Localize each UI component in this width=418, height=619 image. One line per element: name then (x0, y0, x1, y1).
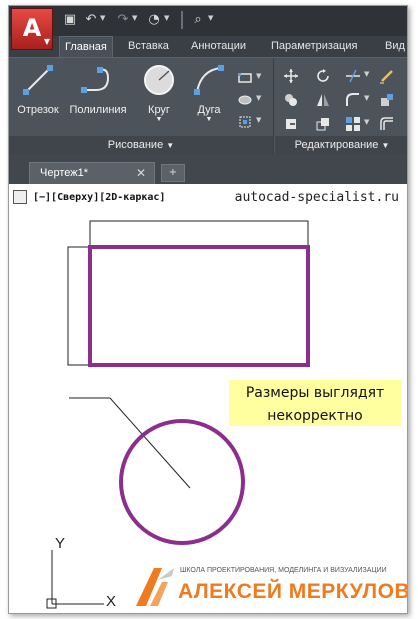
workspace-icon[interactable]: ◔ (146, 12, 162, 28)
annotation-note: Размеры выглядят некорректно (229, 380, 401, 426)
brand-name: АЛЕКСЕЙ МЕРКУЛОВ (178, 580, 408, 603)
file-tab-bar: Чертеж1* ✕ + (9, 154, 407, 184)
fillet-dropdown-icon[interactable]: ▼ (364, 94, 369, 102)
hatch-icon[interactable] (237, 92, 253, 108)
draw-panel: Отрезок Полилиния Круг ▼ Дуга ▼ ▼ ▼ ▼ Ри… (9, 58, 274, 154)
ucs-x-label: X (106, 593, 116, 610)
circle-icon (144, 65, 174, 95)
note-line-2: некорректно (267, 408, 363, 424)
offset-icon[interactable] (379, 116, 395, 132)
more-dropdown-icon[interactable]: ▼ (208, 14, 213, 22)
tab-insert[interactable]: Вставка (128, 36, 169, 57)
stretch-icon[interactable] (283, 116, 299, 132)
undo-icon[interactable]: ↶ (83, 12, 99, 28)
toolbar-separator (181, 11, 183, 29)
polyline-tool-label: Полилиния (69, 104, 127, 116)
boundary-icon[interactable] (237, 114, 253, 130)
polyline-icon (81, 67, 110, 93)
arc-icon (194, 65, 224, 95)
ribbon-tab-bar: Главная Вставка Аннотации Параметризация… (9, 36, 407, 57)
arc-tool-button[interactable]: Дуга ▼ (187, 62, 231, 123)
line-icon (23, 65, 53, 95)
drawing-tab[interactable]: Чертеж1* ✕ (29, 162, 155, 184)
line-tool-label: Отрезок (17, 104, 59, 116)
selected-rectangle[interactable] (88, 245, 310, 367)
circle-dropdown-icon[interactable]: ▼ (137, 116, 181, 123)
drawing-tab-label: Чертеж1* (40, 167, 88, 179)
undo-dropdown-icon[interactable]: ▼ (100, 14, 105, 22)
tab-parametric[interactable]: Параметризация (271, 36, 357, 57)
quick-access-toolbar: ▣ ↶ ▼ ↷ ▼ ◔ ▼ ⌕ ▼ (9, 6, 407, 36)
circle-tool-label: Круг (148, 104, 170, 116)
thin-rectangle-top (89, 220, 309, 248)
draw-panel-title-text: Рисование (107, 139, 164, 151)
fillet-icon[interactable] (345, 92, 361, 108)
rotate-icon[interactable] (315, 68, 331, 84)
save-icon[interactable]: ▣ (63, 12, 77, 28)
drawing-area[interactable]: [−][Сверху][2D-каркас] autocad-specialis… (9, 184, 407, 613)
autocad-window: ▣ ↶ ▼ ↷ ▼ ◔ ▼ ⌕ ▼ A ▼ Главная Вставка Ан… (8, 5, 408, 614)
brand-tagline: ШКОЛА ПРОЕКТИРОВАНИЯ, МОДЕЛИНГА И ВИЗУАЛ… (180, 567, 387, 574)
tab-view[interactable]: Вид (385, 36, 405, 57)
brand-mark-icon (136, 568, 174, 606)
leader-line (69, 397, 191, 489)
erase-icon[interactable] (379, 68, 395, 84)
arc-dropdown-icon[interactable]: ▼ (187, 116, 231, 123)
workspace-dropdown-icon[interactable]: ▼ (164, 14, 169, 22)
draw-panel-title[interactable]: Рисование ▼ (9, 136, 273, 154)
tab-home[interactable]: Главная (59, 36, 113, 57)
modify-panel-title-text: Редактирование (294, 139, 379, 151)
selected-circle[interactable] (119, 419, 245, 545)
thin-rectangle-left (67, 246, 91, 366)
move-icon[interactable] (283, 68, 299, 84)
hatch-dropdown-icon[interactable]: ▼ (256, 94, 261, 102)
ribbon-panels: Отрезок Полилиния Круг ▼ Дуга ▼ ▼ ▼ ▼ Ри… (9, 57, 407, 154)
array-icon[interactable] (345, 116, 361, 132)
autocad-logo-icon: A (22, 14, 42, 42)
scale-icon[interactable] (315, 116, 331, 132)
redo-dropdown-icon[interactable]: ▼ (132, 14, 137, 22)
circle-tool-button[interactable]: Круг ▼ (137, 62, 181, 123)
modify-panel: ▼ ▼ ▼ Редактирование ▼ (275, 58, 407, 154)
brand-logo: ШКОЛА ПРОЕКТИРОВАНИЯ, МОДЕЛИНГА И ВИЗУАЛ… (132, 564, 407, 610)
line-tool-button[interactable]: Отрезок (13, 62, 63, 116)
close-tab-icon[interactable]: ✕ (136, 166, 146, 180)
boundary-dropdown-icon[interactable]: ▼ (256, 116, 261, 124)
application-menu-button[interactable]: A ▼ (11, 8, 53, 50)
modify-panel-expand-icon: ▼ (381, 141, 390, 150)
ucs-y-label: Y (55, 535, 65, 552)
new-tab-button[interactable]: + (161, 164, 185, 182)
modify-panel-title[interactable]: Редактирование ▼ (275, 136, 407, 154)
explode-icon[interactable] (379, 92, 395, 108)
note-line-1: Размеры выглядят (245, 385, 385, 401)
rectangle-icon[interactable] (237, 70, 253, 86)
redo-icon[interactable]: ↷ (115, 12, 131, 28)
layer-zoom-icon[interactable]: ⌕ (189, 12, 207, 28)
trim-dropdown-icon[interactable]: ▼ (364, 70, 369, 78)
rectangle-dropdown-icon[interactable]: ▼ (256, 72, 261, 80)
mirror-icon[interactable] (315, 92, 331, 108)
arc-tool-label: Дуга (197, 104, 221, 116)
polyline-tool-button[interactable]: Полилиния (65, 62, 131, 116)
copy-icon[interactable] (283, 92, 299, 108)
trim-icon[interactable] (345, 68, 361, 84)
draw-panel-expand-icon: ▼ (166, 141, 175, 150)
array-dropdown-icon[interactable]: ▼ (364, 118, 369, 126)
app-menu-caret-icon: ▼ (43, 37, 50, 46)
tab-annotate[interactable]: Аннотации (191, 36, 246, 57)
